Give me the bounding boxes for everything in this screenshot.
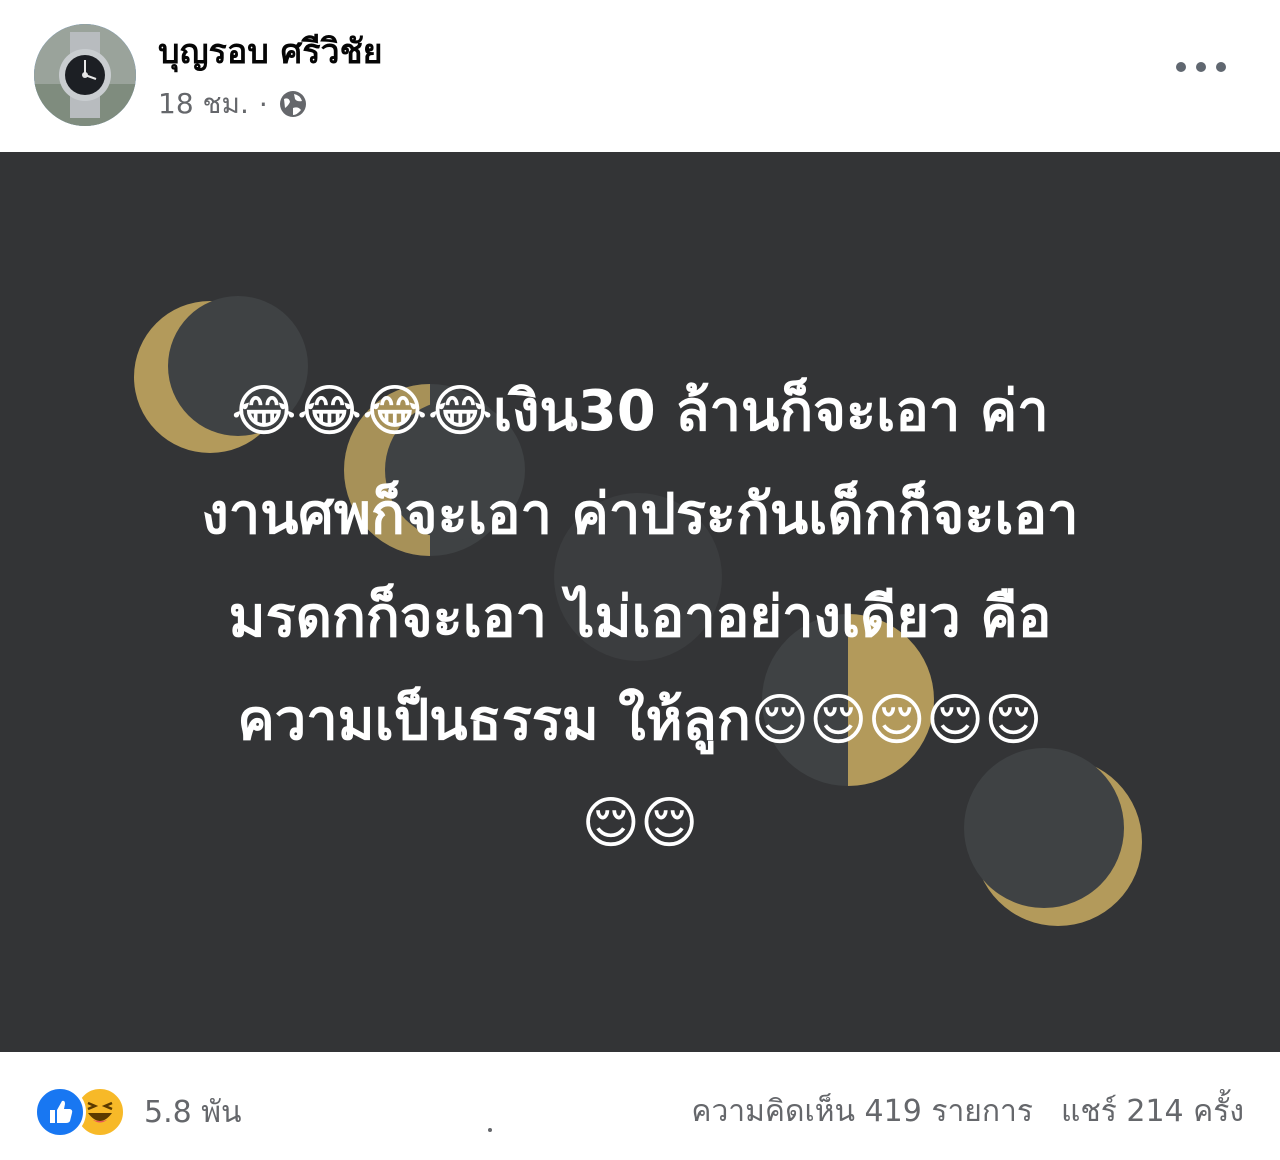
post-text-line: 😌😌 (581, 791, 699, 856)
more-dot (1176, 62, 1186, 72)
more-dot (1216, 62, 1226, 72)
author-avatar[interactable] (34, 24, 136, 126)
post-stats: ความคิดเห็น 419 รายการ แชร์ 214 ครั้ง (691, 1088, 1244, 1135)
reactions-summary[interactable]: 5.8 พัน (34, 1086, 242, 1138)
post-meta: 18 ชม. · (158, 82, 308, 126)
post-text: 😂😂😂😂เงิน30 ล้านก็จะเอา ค่า งานศพก็จะเอา … (60, 360, 1220, 875)
post-background-card: 😂😂😂😂เงิน30 ล้านก็จะเอา ค่า งานศพก็จะเอา … (0, 152, 1280, 1052)
more-options-button[interactable] (1176, 52, 1226, 82)
post-text-line: งานศพก็จะเอา ค่าประกันเด็กก็จะเอา (201, 482, 1079, 547)
shares-count-link[interactable]: แชร์ 214 ครั้ง (1061, 1088, 1244, 1135)
post-text-line: 😂😂😂😂เงิน30 ล้านก็จะเอา ค่า (231, 379, 1049, 444)
meta-separator: · (258, 87, 268, 121)
more-dot (1196, 62, 1206, 72)
globe-icon (279, 91, 306, 117)
post-text-line: ความเป็นธรรม ให้ลูก😌😌😌😌😌 (237, 688, 1043, 753)
post-header: บุญรอบ ศรีวิชัย 18 ชม. · (0, 0, 1280, 152)
like-icon (34, 1086, 86, 1138)
reaction-count: 5.8 พัน (144, 1094, 242, 1130)
post-text-line: มรดกก็จะเอา ไม่เอาอย่างเดียว คือ (228, 585, 1052, 650)
post-time[interactable]: 18 ชม. (158, 82, 249, 126)
stray-dot (488, 1128, 492, 1132)
post-footer: 5.8 พัน ความคิดเห็น 419 รายการ แชร์ 214 … (0, 1052, 1280, 1160)
author-name[interactable]: บุญรอบ ศรีวิชัย (158, 24, 383, 78)
comments-count-link[interactable]: ความคิดเห็น 419 รายการ (691, 1088, 1033, 1135)
watch-icon (34, 24, 136, 126)
